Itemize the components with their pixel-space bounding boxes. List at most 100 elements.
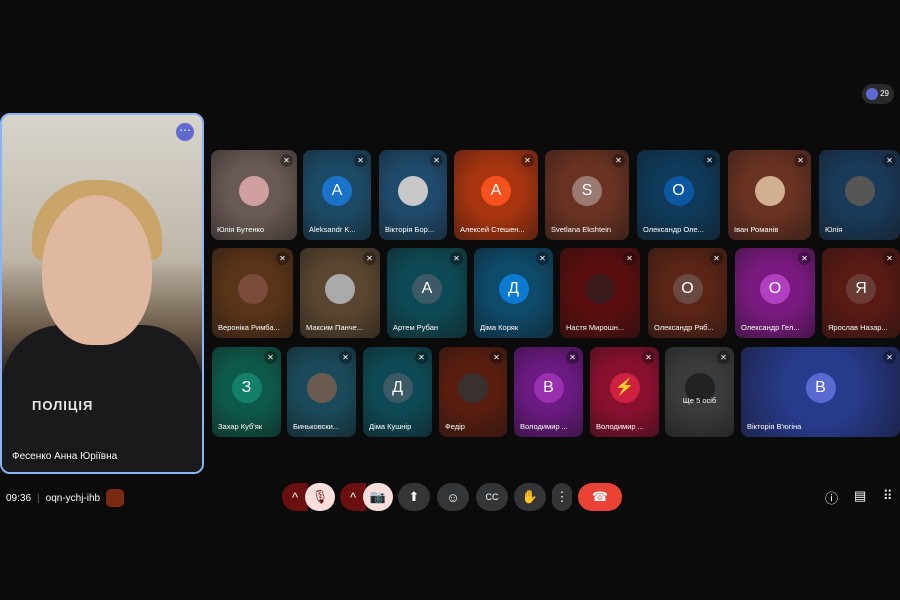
participant-tile[interactable]: ⚡ ✕ Володимир ...: [590, 347, 659, 437]
participant-tile[interactable]: A ✕ Aleksandr K...: [303, 150, 371, 240]
participant-tile[interactable]: ✕ Іван Романів: [728, 150, 811, 240]
mic-muted-icon: ✕: [623, 252, 636, 265]
avatar: A: [412, 273, 442, 304]
participant-tile[interactable]: ✕ Юлія: [819, 150, 900, 240]
activities-icon[interactable]: ⠿: [883, 488, 893, 504]
participant-tile[interactable]: A ✕ Алексей Стешен...: [454, 150, 538, 240]
participant-name: Олександр Оле...: [643, 225, 704, 234]
participant-tile[interactable]: З ✕ Захар Куб'як: [212, 347, 281, 437]
participant-tile[interactable]: ✕ Биньковски...: [287, 347, 356, 437]
mic-muted-icon: ✕: [798, 252, 811, 265]
mic-muted-icon: ✕: [703, 154, 716, 167]
avatar: Д: [498, 273, 529, 304]
avatar: З: [231, 372, 262, 403]
participant-name: Ярослав Назар...: [828, 323, 888, 332]
avatar: Д: [382, 372, 413, 403]
participant-name: Олександр Ряб...: [654, 323, 714, 332]
participant-tile[interactable]: A ✕ Артем Рубан: [387, 248, 467, 338]
mic-muted-icon: ✕: [536, 252, 549, 265]
avatar: [398, 175, 428, 206]
chat-icon[interactable]: ▤: [854, 488, 866, 504]
participant-tile[interactable]: Д ✕ Діма Коряк: [474, 248, 553, 338]
participant-count[interactable]: 29: [862, 84, 894, 104]
avatar-stack-icon: [866, 88, 878, 100]
self-name: Фесенко Анна Юріївна: [12, 451, 118, 462]
divider: |: [37, 492, 40, 504]
participant-tile[interactable]: O ✕ Олександр Гел...: [735, 248, 815, 338]
participant-name: Артем Рубан: [393, 323, 439, 332]
avatar: O: [672, 273, 703, 304]
participant-tile[interactable]: ✕ Вікторія Бор...: [379, 150, 447, 240]
avatar: ⚡: [609, 372, 640, 403]
self-view-tile[interactable]: ПОЛІЦІЯ ⋯ Фесенко Анна Юріївна: [0, 113, 204, 474]
avatar: B: [805, 372, 836, 403]
participant-tile[interactable]: ✕ Настя Мирошн...: [560, 248, 640, 338]
more-options-icon[interactable]: ⋯: [176, 123, 194, 141]
mic-muted-icon: ✕: [363, 252, 376, 265]
mic-muted-icon: ✕: [276, 252, 289, 265]
participant-name: Ще 5 осіб: [682, 396, 717, 405]
captions-button[interactable]: CC: [476, 483, 508, 511]
participant-name: Володимир ...: [520, 422, 568, 431]
avatar: [585, 273, 615, 304]
participant-tile[interactable]: O ✕ Олександр Оле...: [637, 150, 720, 240]
avatar: B: [533, 372, 564, 403]
participant-name: Настя Мирошн...: [566, 323, 625, 332]
participant-tile[interactable]: ✕ Ще 5 осіб: [665, 347, 734, 437]
mic-muted-icon: ✕: [710, 252, 723, 265]
mic-muted-icon: ✕: [521, 154, 534, 167]
avatar: [458, 372, 488, 403]
mic-muted-icon: ✕: [794, 154, 807, 167]
mic-muted-icon: ✕: [280, 154, 293, 167]
leave-call-button[interactable]: ☎: [578, 483, 622, 511]
participant-name: Іван Романів: [734, 225, 779, 234]
emoji-button[interactable]: ☺: [437, 483, 469, 511]
participant-name: Юлія: [825, 225, 843, 234]
mic-muted-icon: ✕: [264, 351, 277, 364]
present-button[interactable]: ⬆: [398, 483, 430, 511]
participant-name: Діма Кушнір: [369, 422, 412, 431]
participant-tile[interactable]: Д ✕ Діма Кушнір: [363, 347, 432, 437]
participant-tile[interactable]: B ✕ Володимир ...: [514, 347, 583, 437]
avatar: A: [322, 175, 352, 206]
participant-name: Максим Панче...: [306, 323, 364, 332]
avatar: [237, 273, 268, 304]
participant-name: Юлія Бутенко: [217, 225, 265, 234]
participant-name: Федір: [445, 422, 465, 431]
participant-name: Вікторія Бор...: [385, 225, 435, 234]
avatar: O: [663, 175, 694, 206]
participant-name: Биньковски...: [293, 422, 340, 431]
avatar: [844, 175, 875, 206]
participant-tile[interactable]: S ✕ Svetlana Ekshtein: [545, 150, 629, 240]
more-options-button[interactable]: ⋮: [552, 483, 572, 511]
avatar: S: [572, 175, 602, 206]
participant-name: Захар Куб'як: [218, 422, 263, 431]
door-icon[interactable]: [106, 489, 125, 507]
mic-muted-icon: ✕: [490, 351, 503, 364]
participant-tile[interactable]: ✕ Максим Панче...: [300, 248, 380, 338]
mic-off-button[interactable]: 🎙: [305, 483, 335, 511]
participant-name: Svetlana Ekshtein: [551, 225, 612, 234]
participant-tile[interactable]: ✕ Федір: [439, 347, 507, 437]
participant-tile[interactable]: B ✕ Вікторія В'югіна: [741, 347, 900, 437]
participant-name: Вероніка Римба...: [218, 323, 280, 332]
jacket-badge-text: ПОЛІЦІЯ: [32, 398, 94, 413]
camera-off-button[interactable]: 📷: [363, 483, 393, 511]
mic-muted-icon: ✕: [612, 154, 625, 167]
mic-muted-icon: ✕: [883, 154, 896, 167]
meeting-code: oqn-ychj-ihb: [45, 492, 101, 504]
mic-muted-icon: ✕: [642, 351, 655, 364]
participant-tile[interactable]: Я ✕ Ярослав Назар...: [822, 248, 900, 338]
avatar: O: [760, 273, 790, 304]
avatar: Я: [846, 273, 876, 304]
mic-muted-icon: ✕: [450, 252, 463, 265]
participant-name: Алексей Стешен...: [460, 225, 525, 234]
participant-tile[interactable]: ✕ Вероніка Римба...: [212, 248, 293, 338]
avatar: [306, 372, 337, 403]
participant-tile[interactable]: ✕ Юлія Бутенко: [211, 150, 297, 240]
info-icon[interactable]: ⓘ: [825, 488, 838, 507]
participant-name: Вікторія В'югіна: [747, 422, 802, 431]
participant-tile[interactable]: O ✕ Олександр Ряб...: [648, 248, 727, 338]
raise-hand-button[interactable]: ✋: [514, 483, 546, 511]
meeting-details: 09:36 | oqn-ychj-ihb: [6, 489, 125, 507]
